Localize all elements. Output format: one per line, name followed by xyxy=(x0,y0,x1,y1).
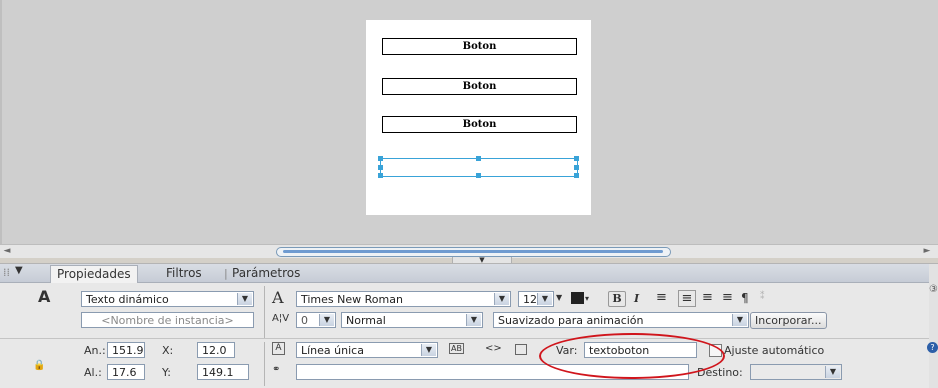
font-size-value: 12 xyxy=(523,293,537,306)
paragraph-icon[interactable]: ¶ xyxy=(741,291,749,305)
font-family-value: Times New Roman xyxy=(301,293,403,306)
render-html-icon[interactable]: <> xyxy=(485,343,502,354)
properties-panel: ⁞⁞ ▼ Propiedades Filtros | Parámetros A … xyxy=(0,263,938,388)
resize-handle[interactable] xyxy=(476,156,481,161)
stage-button-2[interactable]: Boton xyxy=(382,78,577,95)
panel-tabbar: ⁞⁞ ▼ Propiedades Filtros | Parámetros xyxy=(0,264,938,283)
help-icon[interactable]: ③ xyxy=(929,284,938,295)
panel-right-gutter xyxy=(929,264,938,388)
link-icon: ⚭ xyxy=(272,364,281,375)
text-field-icon: A xyxy=(272,342,285,355)
size-stepper-icon[interactable]: ▼ xyxy=(556,293,562,302)
tab-parametros[interactable]: Parámetros xyxy=(232,265,300,282)
chevron-down-icon[interactable]: ▼ xyxy=(319,314,334,326)
tab-propiedades[interactable]: Propiedades xyxy=(50,265,138,283)
width-field[interactable]: 151.9 xyxy=(107,342,145,358)
resize-handle[interactable] xyxy=(574,165,579,170)
letter-spacing-field[interactable]: 0 ▼ xyxy=(296,312,336,328)
resize-handle[interactable] xyxy=(378,165,383,170)
stage-button-1[interactable]: Boton xyxy=(382,38,577,55)
text-color-icon[interactable] xyxy=(571,292,584,304)
font-icon: A xyxy=(272,288,284,307)
chevron-down-icon[interactable]: ▼ xyxy=(537,293,552,305)
scroll-right-arrow[interactable]: ► xyxy=(922,246,932,257)
font-size-field[interactable]: 12 ▼ xyxy=(518,291,554,307)
panel-gripper-icon: ⁞⁞ xyxy=(3,266,10,279)
text-tool-icon: A xyxy=(38,287,51,306)
align-left-icon[interactable]: ≡ xyxy=(656,290,667,305)
stage-button-label: Boton xyxy=(462,119,497,130)
selectable-icon[interactable]: AB xyxy=(449,343,464,354)
resize-handle[interactable] xyxy=(476,173,481,178)
chevron-down-icon[interactable]: ▼ xyxy=(494,293,509,305)
line-type-value: Línea única xyxy=(301,344,364,357)
divider xyxy=(264,342,265,386)
chevron-down-icon[interactable]: ▼ xyxy=(825,366,840,378)
letter-spacing-icon: A¦V xyxy=(272,313,290,324)
info-icon[interactable]: ? xyxy=(927,342,938,353)
stage-area: Boton Boton Boton xyxy=(0,0,938,258)
y-label: Y: xyxy=(162,366,171,379)
antialias-select[interactable]: Suavizado para animación ▼ xyxy=(493,312,749,328)
width-label: An.: xyxy=(84,344,106,357)
italic-icon[interactable]: I xyxy=(634,292,639,305)
stage-button-label: Boton xyxy=(462,81,497,92)
panel-menu-icon[interactable]: ▼ xyxy=(15,265,23,276)
line-type-select[interactable]: Línea única ▼ xyxy=(296,342,438,358)
orientation-icon: ⁑ xyxy=(760,292,765,302)
resize-handle[interactable] xyxy=(378,173,383,178)
antialias-value: Suavizado para animación xyxy=(498,314,644,327)
chevron-down-icon[interactable]: ▼ xyxy=(466,314,481,326)
letter-spacing-value: 0 xyxy=(301,314,308,327)
autofit-label: Ajuste automático xyxy=(724,344,825,357)
stage-button-3[interactable]: Boton xyxy=(382,116,577,133)
height-label: Al.: xyxy=(84,366,102,379)
divider xyxy=(264,286,265,338)
horizontal-scrollbar[interactable]: ◄ ► xyxy=(0,244,938,258)
resize-handle[interactable] xyxy=(378,156,383,161)
scroll-left-arrow[interactable]: ◄ xyxy=(2,246,12,257)
text-type-select[interactable]: Texto dinámico ▼ xyxy=(81,291,254,307)
align-right-icon[interactable]: ≡ xyxy=(702,290,713,305)
text-type-value: Texto dinámico xyxy=(86,293,169,306)
tab-divider: | xyxy=(224,267,228,280)
x-field[interactable]: 12.0 xyxy=(197,342,235,358)
font-family-select[interactable]: Times New Roman ▼ xyxy=(296,291,511,307)
highlight-annotation xyxy=(539,333,725,379)
bold-icon[interactable]: B xyxy=(608,291,626,307)
lock-icon[interactable]: 🔒 xyxy=(33,360,45,371)
instance-name-input[interactable]: <Nombre de instancia> xyxy=(81,312,254,328)
char-position-value: Normal xyxy=(346,314,386,327)
artboard[interactable]: Boton Boton Boton xyxy=(366,20,591,215)
resize-handle[interactable] xyxy=(574,156,579,161)
chevron-down-icon[interactable]: ▼ xyxy=(421,344,436,356)
scrollbar-track[interactable] xyxy=(276,247,671,257)
chevron-down-icon[interactable]: ▼ xyxy=(237,293,252,305)
scrollbar-thumb[interactable] xyxy=(283,250,663,253)
y-field[interactable]: 149.1 xyxy=(197,364,249,380)
border-icon[interactable] xyxy=(515,344,527,355)
embed-button[interactable]: Incorporar... xyxy=(750,312,827,329)
color-dropdown-icon[interactable]: ▾ xyxy=(585,294,589,303)
height-field[interactable]: 17.6 xyxy=(107,364,145,380)
tab-filtros[interactable]: Filtros xyxy=(166,265,202,282)
chevron-down-icon[interactable]: ▼ xyxy=(732,314,747,326)
selected-text-field[interactable] xyxy=(378,156,579,178)
align-justify-icon[interactable]: ≡ xyxy=(722,290,733,305)
x-label: X: xyxy=(162,344,174,357)
stage-edge xyxy=(0,0,2,258)
char-position-select[interactable]: Normal ▼ xyxy=(341,312,483,328)
destino-select[interactable]: ▼ xyxy=(750,364,842,380)
stage-button-label: Boton xyxy=(462,41,497,52)
divider xyxy=(0,338,930,339)
align-center-icon[interactable]: ≡ xyxy=(678,290,696,307)
resize-handle[interactable] xyxy=(574,173,579,178)
